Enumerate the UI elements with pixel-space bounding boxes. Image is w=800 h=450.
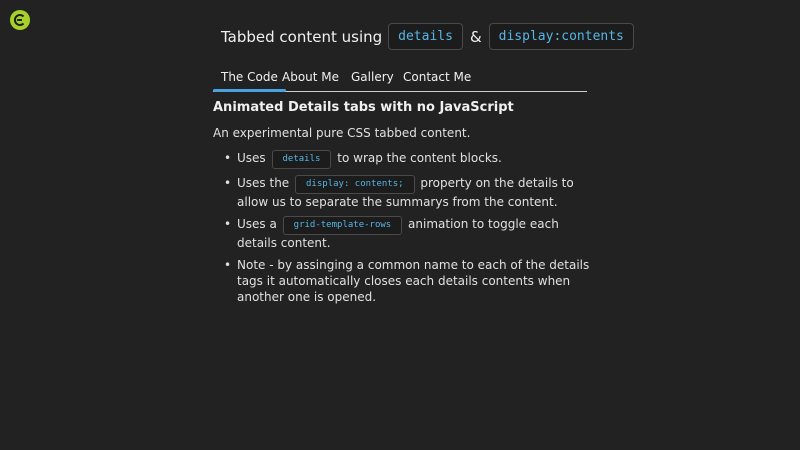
bullet-icon: • [224,176,232,190]
title-code-display-contents: display:contents [488,23,634,50]
bullet-icon: • [224,258,232,272]
content-intro: An experimental pure CSS tabbed content. [213,126,471,140]
bullet-icon: • [224,217,232,231]
title-code-details: details [388,23,463,50]
list-item-text: Uses the [237,176,290,190]
inline-code: details [271,150,332,169]
title-ampersand: & [469,27,482,46]
feature-list: • Uses details to wrap the content block… [224,150,592,311]
list-item-text: Note - by assinging a common name to eac… [237,258,590,304]
list-item: • Uses a grid-template-rows animation to… [224,216,592,251]
tab-the-code[interactable]: The Code [213,70,286,92]
list-item-text: Uses a [237,217,277,231]
title-text: Tabbed content using [221,27,383,46]
tab-contact-me[interactable]: Contact Me [403,70,471,84]
tab-bar: The Code About Me Gallery Contact Me [213,64,587,92]
content-heading: Animated Details tabs with no JavaScript [213,100,514,115]
page-title: Tabbed content using details & display:c… [221,23,638,50]
list-item-text: to wrap the content blocks. [337,151,502,165]
tab-gallery[interactable]: Gallery [351,70,394,84]
inline-code: grid-template-rows [282,216,403,235]
bullet-icon: • [224,151,232,165]
codepen-logo-icon[interactable] [10,10,30,30]
tab-about-me[interactable]: About Me [282,70,339,84]
list-item: • Uses the display: contents; property o… [224,175,592,210]
logo-glyph-icon [14,14,25,26]
list-item: • Uses details to wrap the content block… [224,150,592,169]
list-item-text: Uses [237,151,266,165]
inline-code: display: contents; [295,175,415,194]
list-item: • Note - by assinging a common name to e… [224,257,592,305]
